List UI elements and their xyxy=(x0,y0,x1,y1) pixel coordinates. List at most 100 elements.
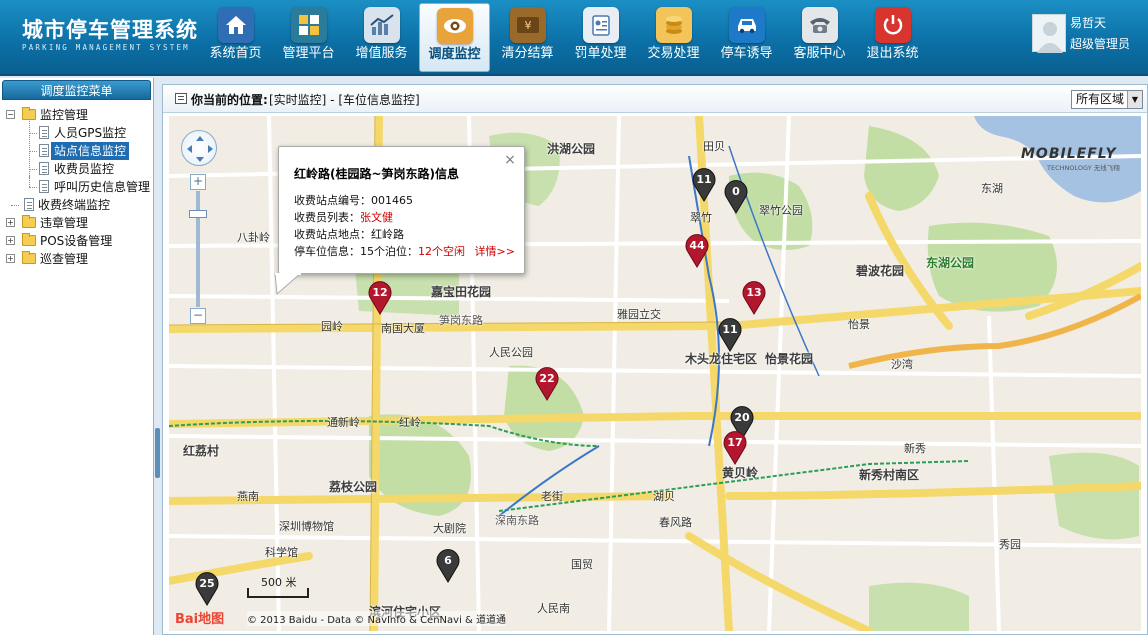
map-view[interactable]: 洪湖公园 田贝 翠竹 翠竹公园 东湖公园 碧波花园 怡景 怡景花园 木头龙住宅区… xyxy=(169,116,1141,631)
menu-tree: − 监控管理 人员GPS监控 站点信息监控 收费员监控 呼叫历史信息管理 收费终… xyxy=(0,100,153,268)
station-marker[interactable]: 13 xyxy=(742,281,766,315)
map-label: 深圳博物馆 xyxy=(279,520,334,533)
tree-item-collector-monitor[interactable]: 收费员监控 xyxy=(4,157,153,178)
nav-transaction[interactable]: 交易处理 xyxy=(638,3,709,72)
nav-value-added[interactable]: 增值服务 xyxy=(346,3,417,72)
document-icon xyxy=(24,198,34,211)
tree-item-station-monitor[interactable]: 站点信息监控 xyxy=(4,139,153,160)
tree-item-call-history[interactable]: 呼叫历史信息管理 xyxy=(4,175,153,196)
collector-link[interactable]: 张文健 xyxy=(360,211,393,224)
map-label: 荔枝公园 xyxy=(329,480,378,494)
nav-settlement[interactable]: ¥ 清分结算 xyxy=(492,3,563,72)
map-label: 笋岗东路 xyxy=(439,314,483,327)
expand-icon[interactable]: + xyxy=(6,218,15,227)
zoom-in-button[interactable]: + xyxy=(190,174,206,190)
map-label: 南国大厦 xyxy=(381,322,425,335)
region-select[interactable]: 所有区域 ▼ xyxy=(1071,90,1143,109)
document-icon xyxy=(39,180,49,193)
nav-guidance[interactable]: 停车诱导 xyxy=(711,3,782,72)
map-label: 燕南 xyxy=(237,490,259,503)
map-label: 通新岭 xyxy=(327,416,360,429)
main-panel: 你当前的位置: [实时监控] - [车位信息监控] 所有区域 ▼ 洪湖公园 田贝… xyxy=(162,84,1148,635)
map-label: 新秀 xyxy=(904,442,926,455)
map-pan-control[interactable] xyxy=(181,130,217,166)
nav-ticket[interactable]: 罚单处理 xyxy=(565,3,636,72)
zoom-track[interactable] xyxy=(196,191,200,307)
top-header: 城市停车管理系统 PARKING MANAGEMENT SYSTEM 系统首页 … xyxy=(0,0,1148,76)
map-label: 怡景花园 xyxy=(765,352,814,366)
map-label: 黄贝岭 xyxy=(722,466,759,480)
map-label: 沙湾 xyxy=(891,358,913,371)
tree-item-terminal[interactable]: 收费终端监控 xyxy=(4,196,153,214)
map-label: 翠竹公园 xyxy=(759,204,803,217)
map-label: 洪湖公园 xyxy=(547,142,596,156)
station-marker[interactable]: 25 xyxy=(195,572,219,606)
baidu-map-logo: Bai地图 xyxy=(175,612,225,627)
tree-item-pos[interactable]: + POS设备管理 xyxy=(4,232,153,250)
expand-icon[interactable]: + xyxy=(6,236,15,245)
map-label: 木头龙住宅区 xyxy=(685,352,758,366)
map-label: 红荔村 xyxy=(183,444,220,458)
map-label: 老街 xyxy=(541,490,563,503)
map-label: 雅园立交 xyxy=(617,308,661,321)
app-subtitle: PARKING MANAGEMENT SYSTEM xyxy=(22,43,190,52)
scale-bar xyxy=(247,588,309,598)
chart-icon xyxy=(363,7,400,43)
station-marker[interactable]: 0 xyxy=(724,180,748,214)
detail-link[interactable]: 详情>> xyxy=(475,245,515,258)
avatar[interactable] xyxy=(1032,14,1066,53)
station-marker[interactable]: 12 xyxy=(368,281,392,315)
map-label: 人民公园 xyxy=(489,346,533,359)
main-nav: 系统首页 管理平台 增值服务 调度监控 ¥ 清分结算 罚单处理 交易处理 停车诱… xyxy=(200,3,930,73)
app-window: 城市停车管理系统 PARKING MANAGEMENT SYSTEM 系统首页 … xyxy=(0,0,1148,635)
tree-item-monitor-mgmt[interactable]: − 监控管理 xyxy=(4,106,153,124)
nav-service[interactable]: 客服中心 xyxy=(784,3,855,72)
splitter-handle[interactable] xyxy=(155,428,160,478)
tree-item-gps[interactable]: 人员GPS监控 xyxy=(4,121,153,142)
map-label: 八卦岭 xyxy=(237,231,270,244)
map-label: 园岭 xyxy=(321,320,343,333)
station-marker[interactable]: 6 xyxy=(436,549,460,583)
home-icon xyxy=(217,7,254,43)
expand-icon[interactable]: + xyxy=(6,254,15,263)
station-marker[interactable]: 11 xyxy=(718,318,742,352)
info-collector: 收费员列表：张文健 xyxy=(294,211,393,224)
map-copyright: © 2013 Baidu - Data © NavInfo & CenNavi … xyxy=(247,611,506,626)
document-icon xyxy=(39,126,49,139)
tree-item-patrol[interactable]: + 巡查管理 xyxy=(4,250,153,268)
sidebar: 调度监控菜单 − 监控管理 人员GPS监控 站点信息监控 收费员监控 呼叫历史信… xyxy=(0,78,154,635)
popup-pointer xyxy=(274,273,302,295)
folder-icon xyxy=(22,233,36,246)
map-label: 湖贝 xyxy=(653,490,675,503)
breadcrumb: 你当前的位置: [实时监控] - [车位信息监控] 所有区域 ▼ xyxy=(163,85,1147,113)
folder-icon xyxy=(22,215,36,228)
sidebar-splitter[interactable] xyxy=(154,78,162,635)
close-icon[interactable]: × xyxy=(503,153,517,167)
info-station-no: 收费站点编号：001465 xyxy=(294,194,413,207)
map-label: 东湖公园 xyxy=(926,256,975,270)
nav-management[interactable]: 管理平台 xyxy=(273,3,344,72)
zoom-slider-thumb[interactable] xyxy=(189,210,207,218)
info-parking: 停车位信息：15个泊位：12个空闲 详情>> xyxy=(294,245,515,258)
nav-logout[interactable]: 退出系统 xyxy=(857,3,928,72)
chevron-down-icon[interactable]: ▼ xyxy=(1127,91,1142,108)
map-label: 大剧院 xyxy=(433,522,466,535)
station-marker[interactable]: 22 xyxy=(535,367,559,401)
user-role: 超级管理员 xyxy=(1070,37,1131,51)
station-marker[interactable]: 11 xyxy=(692,168,716,202)
coins-icon xyxy=(655,7,692,43)
info-address: 收费站点地点：红岭路 xyxy=(294,228,404,241)
map-label: 怡景 xyxy=(848,318,870,331)
map-label: 深南东路 xyxy=(495,514,539,527)
collapse-icon[interactable]: − xyxy=(6,110,15,119)
map-label: 嘉宝田花园 xyxy=(431,285,492,299)
station-marker[interactable]: 17 xyxy=(723,431,747,465)
document-icon xyxy=(39,144,49,157)
zoom-out-button[interactable]: − xyxy=(190,308,206,324)
map-label: 国贸 xyxy=(571,558,593,571)
nav-monitor[interactable]: 调度监控 xyxy=(419,3,490,72)
station-marker[interactable]: 44 xyxy=(685,234,709,268)
nav-home[interactable]: 系统首页 xyxy=(200,3,271,72)
tree-item-violation[interactable]: + 违章管理 xyxy=(4,214,153,232)
grid-icon xyxy=(290,7,327,43)
